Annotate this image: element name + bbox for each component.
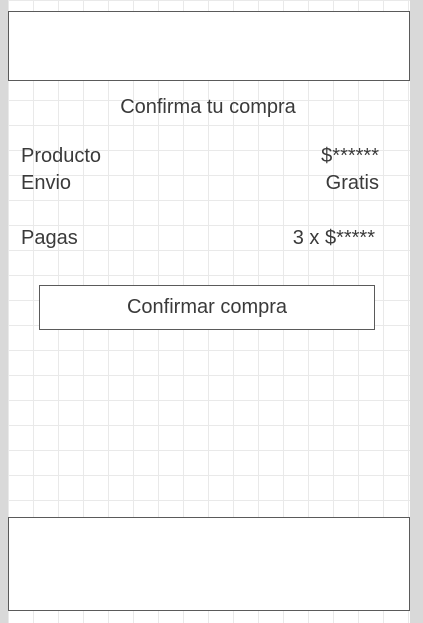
- pagas-value: 3 x $*****: [292, 227, 375, 249]
- header-bar: [8, 11, 410, 81]
- summary-row-pagas: Pagas 3 x $*****: [21, 227, 379, 250]
- summary-row-producto: Producto $******: [21, 145, 379, 168]
- producto-label: Producto: [21, 145, 102, 167]
- producto-value: $******: [321, 145, 379, 167]
- pagas-label: Pagas: [21, 227, 78, 249]
- envio-label: Envio: [21, 172, 72, 194]
- envio-value: Gratis: [325, 172, 379, 194]
- page-title: Confirma tu compra: [120, 96, 296, 118]
- confirm-purchase-button[interactable]: Confirmar compra: [39, 285, 375, 330]
- summary-row-envio: Envio Gratis: [21, 172, 379, 195]
- footer-bar: [8, 517, 410, 611]
- phone-screen: Confirma tu compra Producto $****** Envi…: [8, 0, 410, 623]
